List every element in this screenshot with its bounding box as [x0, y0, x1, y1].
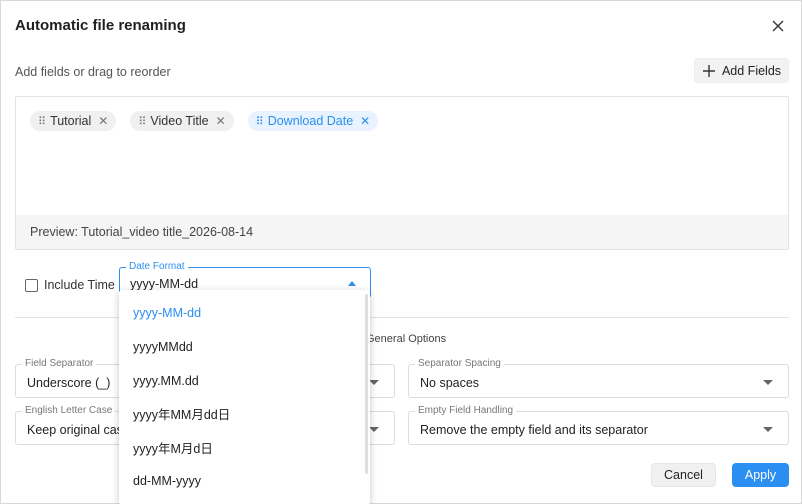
- date-format-option[interactable]: yyyy-MM-dd: [119, 296, 365, 329]
- remove-icon[interactable]: ✕: [216, 114, 226, 128]
- separator-spacing-value: No spaces: [420, 376, 480, 390]
- fields-area: ⠿ Tutorial ✕ ⠿ Video Title ✕ ⠿ Download …: [15, 96, 789, 250]
- separator-spacing-label: Separator Spacing: [415, 358, 504, 369]
- separator-spacing-select[interactable]: Separator Spacing No spaces: [408, 358, 789, 398]
- date-format-option[interactable]: yyyy.MM.dd: [119, 364, 365, 397]
- chevron-up-icon: [348, 281, 356, 286]
- close-button[interactable]: [767, 15, 789, 37]
- drag-handle-icon[interactable]: ⠿: [256, 115, 264, 128]
- preview-bar: Preview: Tutorial_video title_2026-08-14: [16, 215, 788, 249]
- field-chip-tutorial[interactable]: ⠿ Tutorial ✕: [30, 111, 117, 131]
- general-options-label: General Options: [366, 333, 447, 345]
- close-icon: [772, 20, 784, 32]
- drag-handle-icon[interactable]: ⠿: [138, 115, 146, 128]
- field-chip-download-date[interactable]: ⠿ Download Date ✕: [247, 111, 379, 131]
- field-chip-label: Video Title: [150, 114, 209, 128]
- date-format-dropdown: yyyy-MM-dd yyyyMMdd yyyy.MM.dd yyyy年MM月d…: [119, 290, 370, 504]
- letter-case-label: English Letter Case: [22, 405, 116, 416]
- empty-field-value: Remove the empty field and its separator: [420, 423, 648, 437]
- remove-icon[interactable]: ✕: [98, 114, 108, 128]
- preview-text: Preview: Tutorial_video title_2026-08-14: [30, 225, 254, 239]
- add-fields-button[interactable]: Add Fields: [694, 58, 789, 83]
- chevron-down-icon: [763, 427, 773, 432]
- include-time-checkbox[interactable]: [25, 278, 38, 292]
- date-format-value: yyyy-MM-dd: [130, 277, 199, 291]
- empty-field-label: Empty Field Handling: [415, 405, 517, 416]
- chevron-down-icon: [369, 380, 379, 385]
- include-time-toggle[interactable]: Include Time: [25, 278, 115, 292]
- dialog-subtitle: Add fields or drag to reorder: [15, 65, 171, 79]
- dropdown-scrollbar[interactable]: [365, 294, 368, 474]
- rename-dialog: Automatic file renaming Add fields or dr…: [0, 0, 802, 504]
- empty-field-select[interactable]: Empty Field Handling Remove the empty fi…: [408, 405, 789, 445]
- chevron-down-icon: [763, 380, 773, 385]
- field-chip-label: Tutorial: [50, 114, 92, 128]
- apply-button[interactable]: Apply: [732, 463, 789, 487]
- field-chip-label: Download Date: [267, 114, 354, 128]
- date-format-option[interactable]: yyyyMMdd: [119, 330, 365, 363]
- field-chip-video-title[interactable]: ⠿ Video Title ✕: [130, 111, 234, 131]
- remove-icon[interactable]: ✕: [360, 114, 370, 128]
- chevron-down-icon: [369, 427, 379, 432]
- add-fields-label: Add Fields: [721, 63, 782, 78]
- letter-case-value: Keep original case: [27, 423, 130, 437]
- date-format-label: Date Format: [126, 261, 188, 272]
- include-time-label: Include Time: [44, 278, 115, 292]
- date-format-option[interactable]: dd-MM-yyyy: [119, 464, 365, 497]
- dialog-title: Automatic file renaming: [15, 17, 186, 34]
- field-separator-value: Underscore (_): [27, 376, 111, 390]
- date-format-option[interactable]: yyyy年M月d日: [119, 431, 365, 464]
- field-chips: ⠿ Tutorial ✕ ⠿ Video Title ✕ ⠿ Download …: [30, 111, 379, 131]
- field-separator-label: Field Separator: [22, 358, 97, 369]
- drag-handle-icon[interactable]: ⠿: [38, 115, 46, 128]
- plus-icon: [702, 64, 715, 77]
- date-format-option[interactable]: yyyy年MM月dd日: [119, 397, 365, 430]
- cancel-button[interactable]: Cancel: [651, 463, 716, 487]
